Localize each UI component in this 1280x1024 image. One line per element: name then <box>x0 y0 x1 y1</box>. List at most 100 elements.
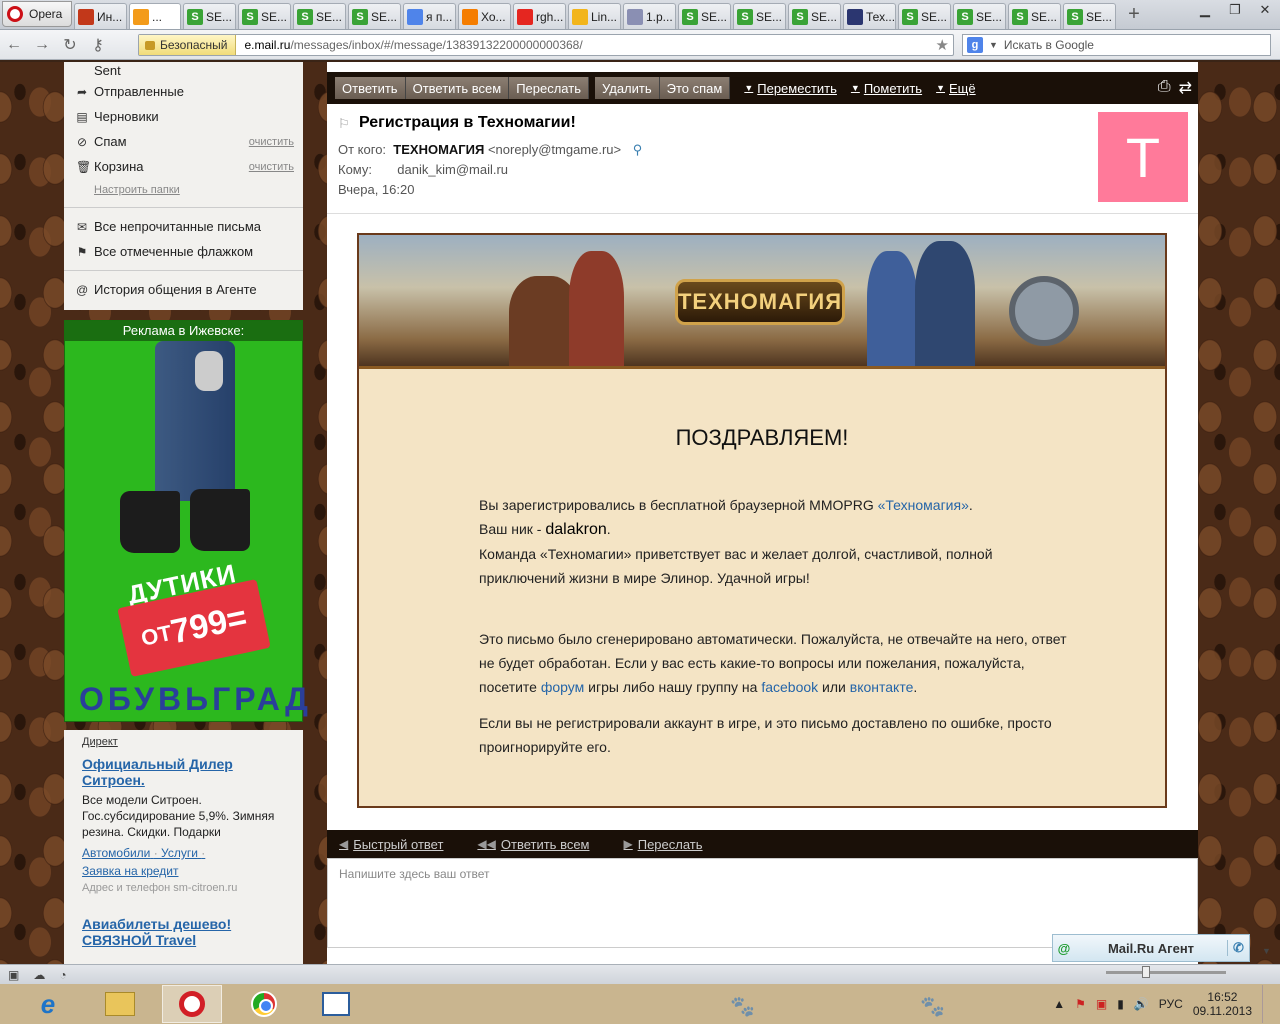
turbo-cloud-icon[interactable]: ☁ <box>33 968 45 982</box>
browser-tab[interactable]: я п... <box>403 3 456 29</box>
direct-ad2-headline[interactable]: Авиабилеты дешево! СВЯЗНОЙ Travel <box>82 916 252 948</box>
taskbar-app[interactable] <box>306 985 366 1023</box>
close-window-icon[interactable]: ✕ <box>1250 0 1280 20</box>
flag-outline-icon[interactable]: ⚐ <box>338 116 350 132</box>
reply-button[interactable]: Ответить <box>335 77 406 99</box>
mailru-agent-widget[interactable]: @ Mail.Ru Агент ✆ <box>1052 934 1250 962</box>
browser-tab[interactable]: S SE... <box>183 3 236 29</box>
zoom-slider-knob[interactable] <box>1142 966 1150 978</box>
print-icon[interactable]: ⎙ <box>1158 78 1171 98</box>
volume-icon[interactable]: 🔊 <box>1134 997 1149 1011</box>
from-row: От кого: ТЕХНОМАГИЯ <noreply@tmgame.ru> … <box>338 142 642 158</box>
show-desktop-button[interactable] <box>1262 985 1270 1023</box>
filter-item[interactable]: ✉ Все непрочитанные письма <box>64 214 303 239</box>
phone-icon[interactable]: ✆ <box>1227 940 1249 956</box>
search-engine-dropdown-icon[interactable]: ▼ <box>989 40 998 50</box>
browser-tab[interactable]: Тех... <box>843 3 896 29</box>
folder-label: Sent <box>94 63 121 78</box>
forum-link[interactable]: форум <box>541 679 584 695</box>
folder-item[interactable]: ▤ Черновики <box>64 104 303 129</box>
minimize-icon[interactable]: ▁ <box>1190 0 1220 20</box>
sender-search-icon[interactable]: ⚲ <box>633 142 643 157</box>
browser-tab[interactable]: S SE... <box>238 3 291 29</box>
seo-icon: S <box>242 8 258 25</box>
tray-flag-icon[interactable]: ⚑ <box>1075 997 1086 1011</box>
browser-tab[interactable]: rgh... <box>513 3 566 29</box>
taskbar-opera[interactable] <box>162 985 222 1023</box>
filter-item[interactable]: ⚑ Все отмеченные флажком <box>64 239 303 264</box>
taskbar-ie[interactable]: e <box>18 985 78 1023</box>
browser-tab[interactable]: Хо... <box>458 3 511 29</box>
browser-tab[interactable]: S SE... <box>733 3 786 29</box>
banner-ad[interactable]: Реклама в Ижевске: ДУТИКИ ОТ 799= ОБУВЬГ… <box>64 320 308 722</box>
seo-icon: S <box>187 8 203 25</box>
setup-folders-link[interactable]: Настроить папки <box>64 179 303 201</box>
folder-item[interactable]: ➦ Отправленные <box>64 79 303 104</box>
scroll-down-arrow[interactable]: ▼ <box>1262 946 1271 956</box>
new-tab-button[interactable]: + <box>1124 4 1144 25</box>
speed-dial-icon[interactable]: ◔ <box>59 968 66 982</box>
spam-button[interactable]: Это спам <box>659 77 731 99</box>
zoom-slider[interactable] <box>1106 966 1226 978</box>
browser-tab[interactable]: S SE... <box>1008 3 1061 29</box>
maximize-icon[interactable]: ❐ <box>1220 0 1250 20</box>
browser-tab[interactable]: S SE... <box>293 3 346 29</box>
browser-tab[interactable]: S SE... <box>953 3 1006 29</box>
browser-tab[interactable]: S SE... <box>788 3 841 29</box>
direct-label[interactable]: Директ <box>82 736 303 748</box>
browser-tab[interactable]: S SE... <box>1063 3 1116 29</box>
browser-tab[interactable]: S SE... <box>898 3 951 29</box>
secure-badge[interactable]: Безопасный <box>139 35 237 55</box>
direct-ad1-headline[interactable]: Официальный Дилер Ситроен. <box>82 756 252 788</box>
search-field[interactable]: g ▼ Искать в Google <box>962 34 1271 56</box>
game-logo[interactable]: ТЕХНОМАГИЯ <box>675 279 845 325</box>
sender-name[interactable]: ТЕХНОМАГИЯ <box>393 142 484 157</box>
agent-history-link[interactable]: @ История общения в Агенте <box>64 277 303 302</box>
browser-tab[interactable]: Lin... <box>568 3 621 29</box>
clear-folder-link[interactable]: очистить <box>249 136 294 148</box>
back-icon[interactable]: ← <box>0 32 28 58</box>
browser-tab[interactable]: S SE... <box>678 3 731 29</box>
game-link[interactable]: «Техномагия» <box>878 497 969 513</box>
forward-button[interactable]: Переслать <box>509 77 589 99</box>
folder-item[interactable]: 🗑 Корзина очистить <box>64 154 303 179</box>
browser-tab[interactable]: ... <box>129 3 181 29</box>
direct-ad1-site[interactable]: Адрес и телефон sm-citroen.ru <box>82 882 303 894</box>
browser-tab[interactable]: 1.p... <box>623 3 676 29</box>
taskbar-chrome[interactable] <box>234 985 294 1023</box>
more-dropdown[interactable]: ▼ Ещё <box>936 81 976 96</box>
address-field[interactable]: Безопасный e.mail.ru/messages/inbox/#/me… <box>138 34 954 56</box>
direct-link-cars[interactable]: Автомобили <box>82 846 150 860</box>
folder-item[interactable]: Sent <box>64 62 303 79</box>
forward-icon[interactable]: → <box>28 32 56 58</box>
seo-icon: S <box>792 8 808 25</box>
clear-folder-link[interactable]: очистить <box>249 161 294 173</box>
quick-reply-link[interactable]: ◀ Быстрый ответ <box>339 837 443 852</box>
direct-link-credit[interactable]: Заявка на кредит <box>82 862 303 880</box>
facebook-link[interactable]: facebook <box>761 679 818 695</box>
tray-arrow-icon[interactable]: ▲ <box>1053 997 1065 1011</box>
language-indicator[interactable]: РУС <box>1159 997 1183 1011</box>
quick-reply-all-link[interactable]: ◀◀ Ответить всем <box>477 837 589 852</box>
key-icon[interactable]: ⚷ <box>84 32 112 58</box>
reply-all-button[interactable]: Ответить всем <box>405 77 510 99</box>
opera-menu-button[interactable]: Opera <box>2 1 72 27</box>
move-dropdown[interactable]: ▼ Переместить <box>744 81 837 96</box>
folder-item[interactable]: ⊘ Спам очистить <box>64 129 303 154</box>
delete-button[interactable]: Удалить <box>594 77 660 99</box>
vkontakte-link[interactable]: вконтакте <box>850 679 914 695</box>
clock[interactable]: 16:52 09.11.2013 <box>1193 990 1252 1018</box>
panel-toggle-icon[interactable]: ▣ <box>8 968 19 982</box>
reload-icon[interactable]: ↻ <box>56 32 84 58</box>
mailru-icon <box>133 8 149 25</box>
mark-dropdown[interactable]: ▼ Пометить <box>851 81 922 96</box>
direct-link-services[interactable]: Услуги <box>161 846 198 860</box>
browser-tab[interactable]: S SE... <box>348 3 401 29</box>
translate-icon[interactable]: ⇄ <box>1179 78 1192 98</box>
network-icon[interactable]: ▮ <box>1117 997 1124 1011</box>
browser-tab[interactable]: Ин... <box>74 3 127 29</box>
quick-forward-link[interactable]: ▶ Переслать <box>624 837 703 852</box>
bookmark-star-icon[interactable]: ★ <box>936 36 949 54</box>
tray-app-icon[interactable]: ▣ <box>1096 997 1107 1011</box>
taskbar-explorer[interactable] <box>90 985 150 1023</box>
